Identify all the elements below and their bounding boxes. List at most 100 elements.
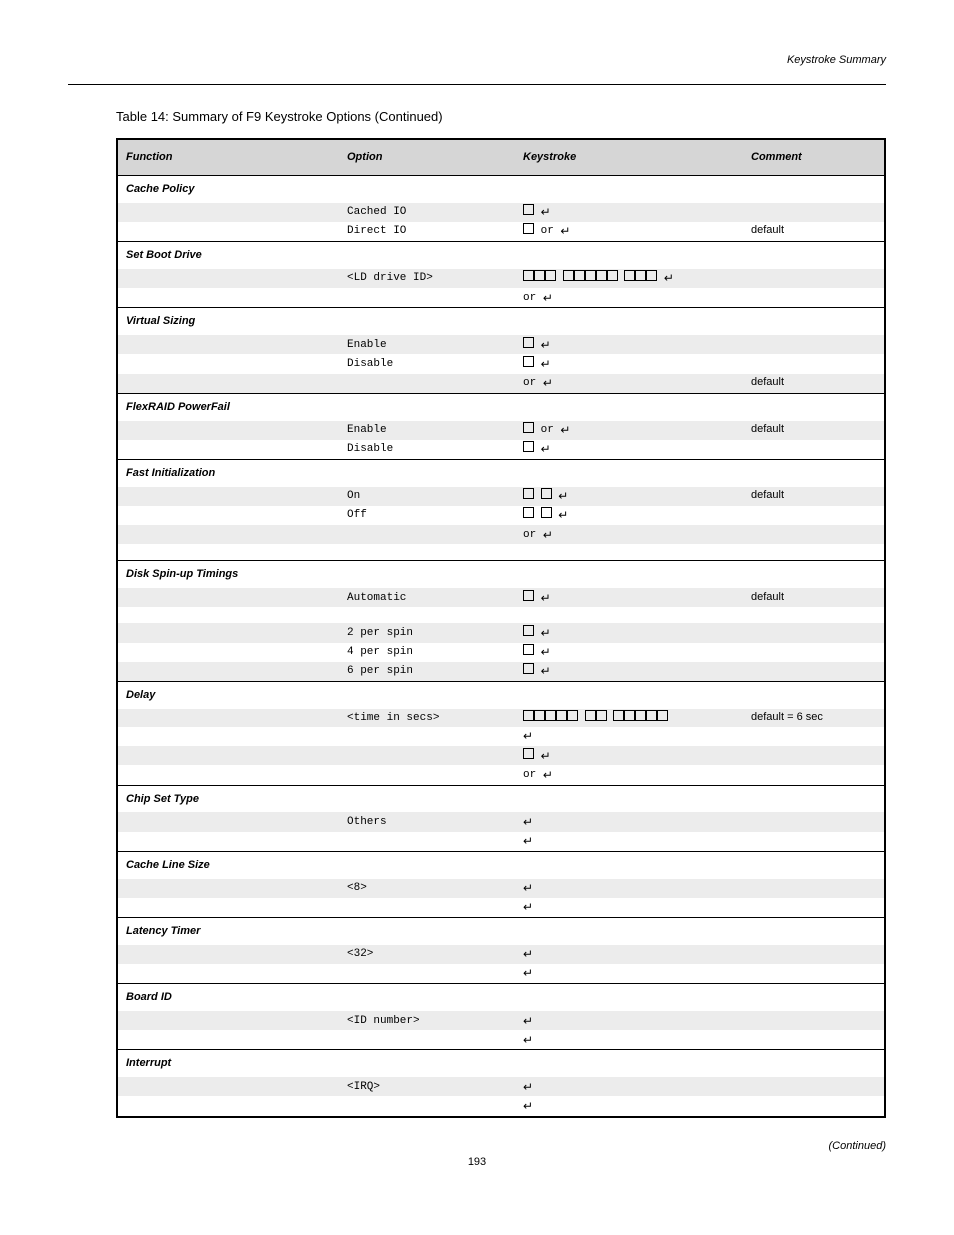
key-box-icon	[563, 270, 574, 281]
section: Interrupt<IRQ>↵↵	[118, 1050, 884, 1115]
cell-option	[339, 765, 515, 784]
cell-keystroke: O F ↵	[515, 506, 743, 525]
key-box-icon	[523, 710, 534, 721]
section: Chip Set TypeOthers↵↵	[118, 786, 884, 852]
table-row: <time in secs><time in secs>default = 6 …	[118, 709, 884, 727]
cell-keystroke: ↵	[515, 945, 743, 964]
section-name: Delay	[118, 682, 884, 709]
key-box-icon	[523, 625, 534, 636]
page-header-right: Keystroke Summary	[68, 54, 886, 66]
table-row: or ↵	[118, 288, 884, 307]
col-option: Option	[339, 140, 515, 175]
cell-comment	[743, 898, 884, 917]
table-row: ↵	[118, 727, 884, 746]
return-icon: ↵	[543, 375, 553, 391]
cell-keystroke: or ↵	[515, 765, 743, 784]
cell-comment	[743, 964, 884, 983]
cell-option: On	[339, 487, 515, 506]
section-name: Chip Set Type	[118, 786, 884, 813]
key-box-icon	[585, 270, 596, 281]
cell-comment	[743, 765, 884, 784]
return-icon: ↵	[523, 1079, 533, 1095]
table-body: Cache PolicyCached IOC ↵Direct IOD or ↵d…	[118, 176, 884, 1116]
cell-option	[339, 727, 515, 746]
cell-function	[118, 440, 339, 459]
cell-keystroke: ↵	[515, 727, 743, 746]
cell-function	[118, 335, 339, 354]
return-icon: ↵	[664, 270, 674, 286]
table-row: Others↵	[118, 812, 884, 831]
section: Latency Timer<32>↵↵	[118, 918, 884, 984]
table-row: 6 per spin6 ↵	[118, 662, 884, 681]
cell-comment	[743, 335, 884, 354]
cell-keystroke: D ↵	[515, 354, 743, 373]
table-row: OnO N ↵default	[118, 487, 884, 506]
table-row: Direct IOD or ↵default	[118, 222, 884, 241]
table-row	[118, 607, 884, 623]
cell-function	[118, 354, 339, 373]
cell-comment	[743, 945, 884, 964]
cell-comment	[743, 525, 884, 544]
key-box-icon	[523, 644, 534, 655]
cell-keystroke: ↵	[515, 879, 743, 898]
cell-option: <time in secs>	[339, 709, 515, 727]
key-box-icon	[523, 590, 534, 601]
return-icon: ↵	[558, 507, 568, 523]
cell-option	[339, 374, 515, 393]
cell-keystroke: ↵	[515, 964, 743, 983]
section: Board ID<ID number>↵↵	[118, 984, 884, 1050]
cell-function	[118, 727, 339, 746]
table-row: OffO F ↵	[118, 506, 884, 525]
return-icon: ↵	[523, 814, 533, 830]
table-row: ↵	[118, 1030, 884, 1049]
col-function: Function	[118, 140, 339, 175]
cell-comment: default	[743, 588, 884, 607]
return-icon: ↵	[543, 527, 553, 543]
cell-option: <IRQ>	[339, 1077, 515, 1096]
table-row: ↵	[118, 898, 884, 917]
cell-keystroke: 4 ↵	[515, 643, 743, 662]
cell-comment: default = 6 sec	[743, 709, 884, 727]
cell-option: Disable	[339, 440, 515, 459]
key-box-icon	[541, 507, 552, 518]
col-comment: Comment	[743, 140, 884, 175]
table-row: AutomaticA ↵default	[118, 588, 884, 607]
section: Delay<time in secs><time in secs>default…	[118, 682, 884, 786]
table-continued-footer: (Continued)	[68, 1140, 886, 1152]
col-keystroke: Keystroke	[515, 140, 743, 175]
table-caption: Table 14: Summary of F9 Keystroke Option…	[116, 109, 886, 124]
return-icon: ↵	[523, 1032, 533, 1048]
cell-option	[339, 1096, 515, 1115]
key-box-icon	[545, 710, 556, 721]
key-box-icon	[523, 748, 534, 759]
table-row: or ↵default	[118, 374, 884, 393]
cell-comment	[743, 832, 884, 851]
cell-comment	[743, 623, 884, 642]
table-row	[118, 544, 884, 560]
cell-function	[118, 662, 339, 681]
cell-option: Cached IO	[339, 203, 515, 222]
cell-keystroke: <time in secs>	[515, 709, 743, 727]
key-box-icon	[567, 710, 578, 721]
cell-comment	[743, 812, 884, 831]
section: Set Boot Drive<LD drive ID><LD drive ID>…	[118, 242, 884, 308]
cell-option	[339, 832, 515, 851]
key-box-icon	[635, 270, 646, 281]
cell-keystroke: O N ↵	[515, 487, 743, 506]
return-icon: ↵	[541, 441, 551, 457]
cell-keystroke: C ↵	[515, 203, 743, 222]
cell-comment	[743, 643, 884, 662]
section: Cache Line Size<8>↵↵	[118, 852, 884, 918]
section-name: Cache Line Size	[118, 852, 884, 879]
section: Fast InitializationOnO N ↵defaultOffO F …	[118, 460, 884, 561]
section-name: FlexRAID PowerFail	[118, 394, 884, 421]
return-icon: ↵	[523, 833, 533, 849]
section: Disk Spin-up TimingsAutomaticA ↵default2…	[118, 561, 884, 682]
cell-comment	[743, 879, 884, 898]
table-row: EnableE ↵	[118, 335, 884, 354]
table-row: <ID number>↵	[118, 1011, 884, 1030]
return-icon: ↵	[523, 1098, 533, 1114]
cell-function	[118, 709, 339, 727]
cell-keystroke: 2 ↵	[515, 623, 743, 642]
table-row: or ↵	[118, 765, 884, 784]
